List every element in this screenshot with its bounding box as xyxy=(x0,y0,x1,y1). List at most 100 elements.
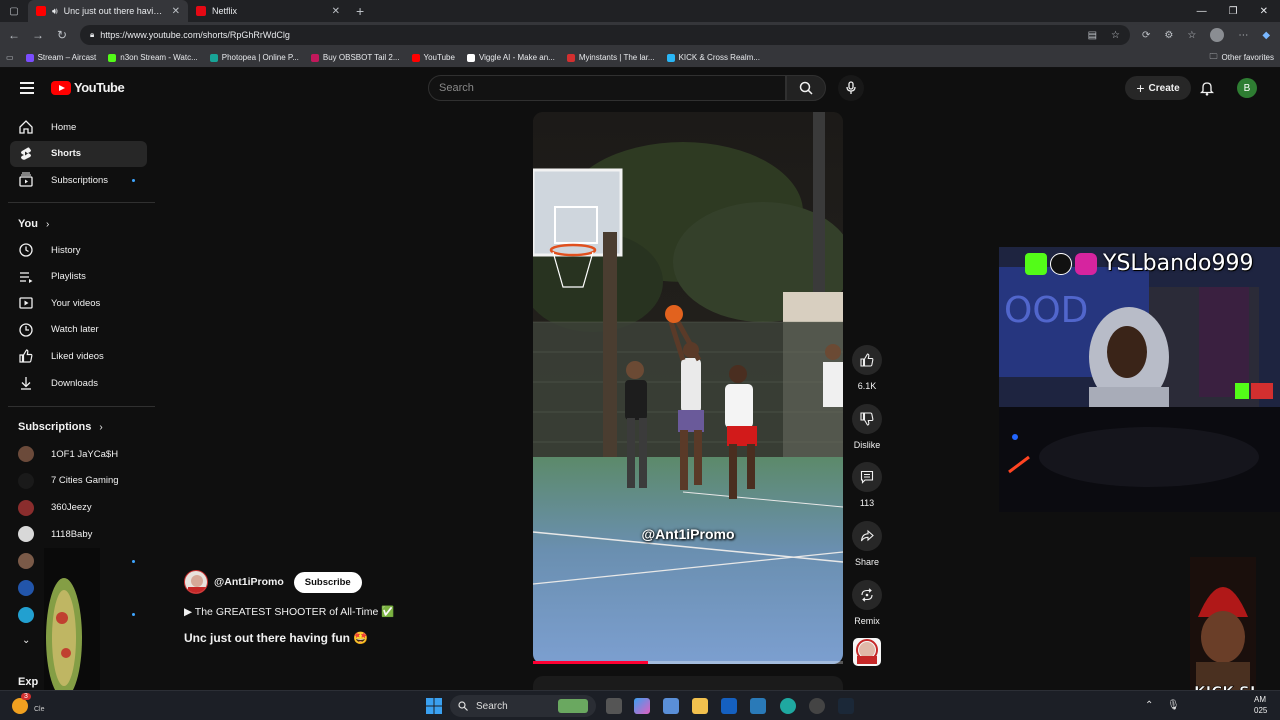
search-button[interactable] xyxy=(786,75,826,101)
sidebar-section-you[interactable]: You › xyxy=(18,218,49,230)
store-icon[interactable] xyxy=(663,698,679,714)
tab-netflix[interactable]: Netflix ✕ xyxy=(188,0,348,22)
sidebar-item-your-videos[interactable]: Your videos xyxy=(10,290,147,316)
short-video-player[interactable]: @Ant1iPromo xyxy=(533,112,843,664)
sidebar-item-downloads[interactable]: Downloads xyxy=(10,370,147,396)
maximize-icon[interactable]: ❐ xyxy=(1229,6,1238,17)
sidebar-item-shorts[interactable]: Shorts xyxy=(10,140,147,167)
taskbar-search[interactable]: Search xyxy=(450,695,596,717)
microphone-tray-icon[interactable]: 🎙︎ xyxy=(1167,700,1180,711)
youtube-logo[interactable]: YouTube xyxy=(51,80,125,95)
create-button[interactable]: + Create xyxy=(1125,76,1191,100)
bookmark-item[interactable]: Stream – Aircast xyxy=(25,53,96,62)
sidebar-item-label: Playlists xyxy=(51,271,86,283)
extensions-icon[interactable]: ⟳ xyxy=(1142,30,1150,41)
sidebar-item-label: Liked videos xyxy=(51,350,104,362)
tab-group-icon[interactable]: ▭ xyxy=(6,53,14,62)
remix-button[interactable]: Remix xyxy=(850,580,884,626)
photos-icon[interactable] xyxy=(750,698,766,714)
like-button[interactable]: 6.1K xyxy=(850,345,884,391)
bookmark-label: Viggle AI - Make an... xyxy=(478,53,555,62)
forward-icon[interactable]: → xyxy=(32,28,44,42)
bookmark-label: n3on Stream - Watc... xyxy=(120,53,198,62)
sidebar-section-subscriptions[interactable]: Subscriptions › xyxy=(18,421,103,433)
instagram-icon xyxy=(1075,253,1097,275)
bookmark-item[interactable]: KICK & Cross Realm... xyxy=(666,53,760,62)
close-tab-icon[interactable]: ✕ xyxy=(172,6,180,17)
show-more-chevron-down-icon[interactable]: ⌄ xyxy=(22,635,30,646)
sound-channel-thumbnail[interactable] xyxy=(853,638,881,666)
minimize-icon[interactable]: — xyxy=(1197,6,1207,17)
sidebar-item-playlists[interactable]: Playlists xyxy=(10,264,147,290)
dislike-button[interactable]: Dislike xyxy=(850,404,884,450)
tray-overflow-icon[interactable]: ⌃ xyxy=(1145,700,1153,711)
video-progress-bar[interactable] xyxy=(533,661,843,664)
sidebar-item-subscriptions[interactable]: Subscriptions xyxy=(10,167,147,193)
refresh-icon[interactable]: ↻ xyxy=(56,28,68,42)
sidebar-item-history[interactable]: History xyxy=(10,237,147,263)
profile-icon[interactable] xyxy=(1210,28,1225,42)
sidebar-item-liked-videos[interactable]: Liked videos xyxy=(10,343,147,369)
bookmark-item[interactable]: YouTube xyxy=(411,53,455,62)
favorite-star-icon[interactable]: ☆ xyxy=(1111,30,1120,41)
bookmark-item[interactable]: Photopea | Online P... xyxy=(209,53,299,62)
search-highlight-icon xyxy=(558,699,588,713)
windows-start-icon[interactable] xyxy=(426,698,442,714)
dislike-label: Dislike xyxy=(853,440,881,450)
subscription-label: 7 Cities Gaming xyxy=(51,475,119,487)
subscribe-button[interactable]: Subscribe xyxy=(293,571,362,593)
bookmark-item[interactable]: Buy OBSBOT Tail 2... xyxy=(310,53,400,62)
tab-youtube[interactable]: 🔊︎ Unc just out there having fun ✕ xyxy=(28,0,188,22)
account-avatar[interactable]: B xyxy=(1237,78,1257,98)
search-input[interactable]: Search xyxy=(428,75,786,101)
comments-button[interactable]: 113 xyxy=(850,462,884,508)
sidebar-subscription-item[interactable]: 1OF1 JaYCa$H xyxy=(10,441,147,467)
bookmark-item[interactable]: Viggle AI - Make an... xyxy=(466,53,555,62)
video-frame xyxy=(533,112,843,664)
sidebar-subscription-item[interactable]: 7 Cities Gaming xyxy=(10,468,147,494)
notifications-button[interactable] xyxy=(1199,80,1215,101)
bookmark-favicon-icon xyxy=(666,53,675,62)
new-tab-icon[interactable]: + xyxy=(356,3,364,19)
address-bar[interactable]: 🔒︎ https://www.youtube.com/shorts/RpGhRr… xyxy=(80,25,1130,45)
back-icon[interactable]: ← xyxy=(8,28,20,42)
close-tab-icon[interactable]: ✕ xyxy=(332,6,340,17)
bookmark-label: Buy OBSBOT Tail 2... xyxy=(322,53,400,62)
sidebar-item-watch-later[interactable]: Watch later xyxy=(10,317,147,343)
outlook-icon[interactable] xyxy=(721,698,737,714)
favorites-icon[interactable]: ☆ xyxy=(1187,30,1196,41)
menu-icon[interactable] xyxy=(20,82,34,94)
bookmark-favicon-icon xyxy=(466,53,475,62)
more-menu-icon[interactable]: ⋯ xyxy=(1238,30,1248,41)
channel-avatar[interactable] xyxy=(184,570,208,594)
bookmark-item[interactable]: n3on Stream - Watc... xyxy=(108,53,198,62)
speaker-icon[interactable]: 🔊︎ xyxy=(52,6,58,17)
file-explorer-icon[interactable] xyxy=(692,698,708,714)
other-favorites[interactable]: 🗀︎ Other favorites xyxy=(1210,51,1274,65)
bookmark-item[interactable]: Myinstants | The lar... xyxy=(566,53,655,62)
remix-label: Remix xyxy=(854,616,880,626)
close-window-icon[interactable]: ✕ xyxy=(1260,6,1268,17)
thumbs-up-icon xyxy=(860,353,874,367)
obs-icon[interactable] xyxy=(809,698,825,714)
bookmark-label: Photopea | Online P... xyxy=(221,53,299,62)
task-view-icon[interactable] xyxy=(606,698,622,714)
sidebar-subscription-item[interactable]: 360Jeezy xyxy=(10,495,147,521)
share-button[interactable]: Share xyxy=(850,521,884,567)
sidebar-divider xyxy=(8,202,155,203)
sidebar-item-home[interactable]: Home xyxy=(10,114,147,140)
sidebar-subscription-item[interactable]: 1118Baby xyxy=(10,521,147,547)
copilot-taskbar-icon[interactable] xyxy=(634,698,650,714)
extension-puzzle-icon[interactable]: ⚙ xyxy=(1164,30,1173,41)
steam-icon[interactable] xyxy=(838,698,854,714)
copilot-icon[interactable]: ◆ xyxy=(1262,30,1270,41)
voice-search-button[interactable] xyxy=(838,75,864,101)
short-description[interactable]: ▶ The GREATEST SHOOTER of All-Time ✅ xyxy=(184,605,394,618)
edge-browser-icon[interactable] xyxy=(780,698,796,714)
reader-icon[interactable]: ▤ xyxy=(1088,30,1097,41)
like-count: 6.1K xyxy=(857,381,877,391)
tab-actions-icon[interactable]: ▢ xyxy=(0,6,28,17)
weather-widget-icon[interactable] xyxy=(12,698,28,714)
channel-handle[interactable]: @Ant1iPromo xyxy=(214,576,284,588)
clock[interactable]: AM 025 xyxy=(1254,694,1267,716)
